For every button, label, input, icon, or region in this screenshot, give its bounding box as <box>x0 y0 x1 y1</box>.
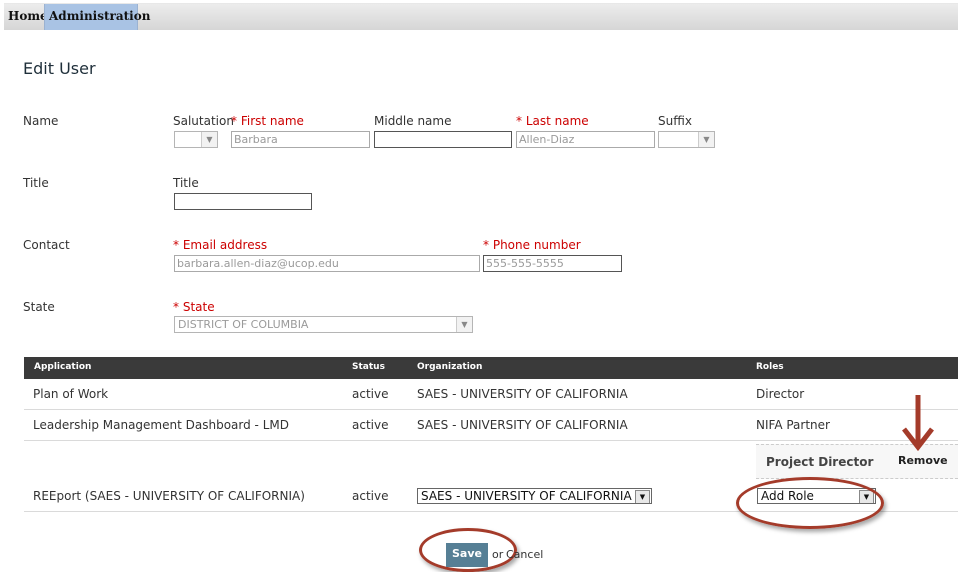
state-label-text: State <box>182 300 215 314</box>
required-marker: * <box>483 238 489 252</box>
state-section-label: State <box>23 300 55 314</box>
header-status: Status <box>352 362 385 372</box>
row2-role: NIFA Partner <box>756 418 830 432</box>
highlight-ring-add-role <box>736 477 884 529</box>
last-name-input[interactable]: Allen-Diaz <box>516 131 655 148</box>
email-label-text: Email address <box>182 238 268 252</box>
row-divider <box>24 440 958 441</box>
state-select-value: DISTRICT OF COLUMBIA <box>178 318 309 331</box>
row2-application: Leadership Management Dashboard - LMD <box>33 418 289 432</box>
row1-organization: SAES - UNIVERSITY OF CALIFORNIA <box>417 387 628 401</box>
email-label: * Email address <box>173 238 267 252</box>
required-marker: * <box>516 114 522 128</box>
row1-role: Director <box>756 387 805 401</box>
state-select[interactable]: DISTRICT OF COLUMBIA ▼ <box>174 316 473 333</box>
arrow-down-icon <box>902 395 934 452</box>
grid-header: Application Status Organization Roles <box>24 357 958 379</box>
nav-home-tab[interactable]: Home <box>4 4 48 30</box>
title-label: Title <box>173 176 199 190</box>
header-application: Application <box>34 362 92 372</box>
row3-application: REEport (SAES - UNIVERSITY OF CALIFORNIA… <box>33 489 305 503</box>
row1-application: Plan of Work <box>33 387 109 401</box>
chevron-down-icon: ▼ <box>635 490 650 503</box>
chevron-down-icon: ▼ <box>201 132 217 147</box>
first-name-input[interactable]: Barbara <box>231 131 370 148</box>
phone-label: * Phone number <box>483 238 581 252</box>
cancel-link[interactable]: Cancel <box>506 548 543 561</box>
required-marker: * <box>173 300 179 314</box>
chevron-down-icon: ▼ <box>698 132 714 147</box>
title-section-label: Title <box>23 176 49 190</box>
row-divider <box>24 409 958 410</box>
phone-input[interactable]: 555-555-5555 <box>483 255 622 272</box>
contact-section-label: Contact <box>23 238 70 252</box>
row1-status: active <box>352 387 389 401</box>
or-text: or <box>492 548 504 561</box>
row3-status: active <box>352 489 389 503</box>
row2-organization: SAES - UNIVERSITY OF CALIFORNIA <box>417 418 628 432</box>
name-section-label: Name <box>23 114 59 128</box>
organization-select[interactable]: SAES - UNIVERSITY OF CALIFORNIA ▼ <box>417 488 652 504</box>
row2-status: active <box>352 418 389 432</box>
header-organization: Organization <box>417 362 483 372</box>
phone-label-text: Phone number <box>492 238 581 252</box>
last-name-label: * Last name <box>516 114 589 128</box>
first-name-label: * First name <box>231 114 304 128</box>
required-marker: * <box>231 114 237 128</box>
row3-role-existing: Project Director <box>766 455 874 469</box>
middle-name-input[interactable] <box>374 131 512 148</box>
state-label: * State <box>173 300 215 314</box>
save-button[interactable]: Save <box>446 543 488 567</box>
last-name-label-text: Last name <box>525 114 589 128</box>
title-input[interactable] <box>174 193 312 210</box>
first-name-label-text: First name <box>240 114 304 128</box>
header-roles: Roles <box>756 362 784 372</box>
chevron-down-icon: ▼ <box>456 317 472 332</box>
organization-select-value: SAES - UNIVERSITY OF CALIFORNIA <box>421 489 632 503</box>
email-input[interactable]: barbara.allen-diaz@ucop.edu <box>174 255 480 272</box>
salutation-select[interactable]: ▼ <box>174 131 218 148</box>
suffix-label: Suffix <box>658 114 692 128</box>
suffix-select[interactable]: ▼ <box>658 131 715 148</box>
required-marker: * <box>173 238 179 252</box>
middle-name-label: Middle name <box>374 114 452 128</box>
page-title: Edit User <box>23 59 96 78</box>
salutation-label: Salutation <box>173 114 234 128</box>
top-nav: Home Administration <box>4 3 958 30</box>
nav-administration-tab[interactable]: Administration <box>44 4 150 30</box>
